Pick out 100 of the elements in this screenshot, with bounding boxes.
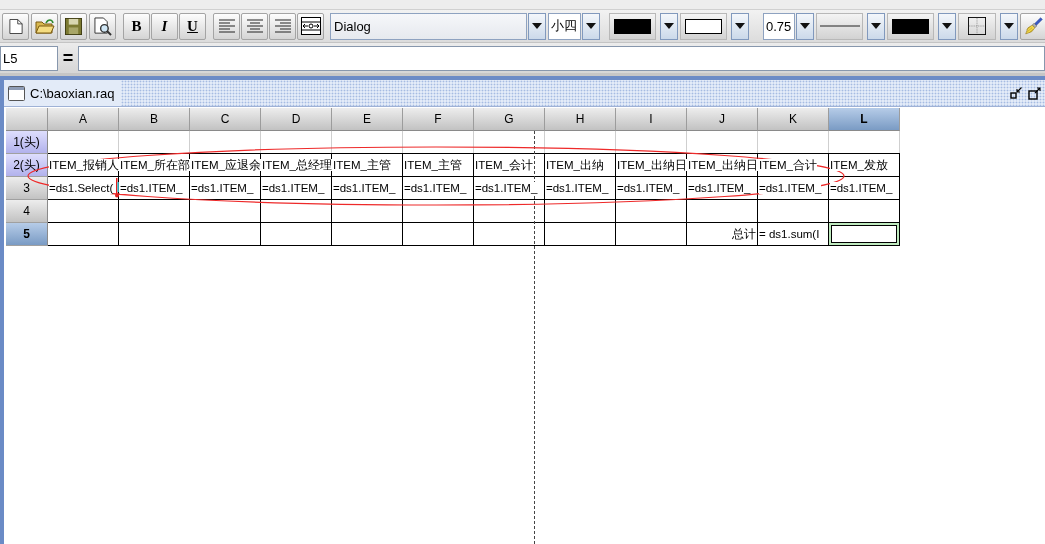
table-cell[interactable]: ITEM_发放	[829, 154, 900, 177]
table-cell[interactable]: =ds1.ITEM_	[758, 177, 829, 200]
align-center-icon	[246, 19, 263, 33]
table-cell[interactable]: =ds1.ITEM_	[545, 177, 616, 200]
column-header[interactable]: H	[545, 108, 616, 131]
align-center-button[interactable]	[241, 12, 268, 40]
border-color-button[interactable]	[887, 12, 934, 40]
line-width-field[interactable]: 0.75	[763, 12, 795, 40]
size-dropdown-button[interactable]	[582, 12, 600, 40]
table-cell[interactable]	[190, 223, 261, 246]
line-width-dropdown-button[interactable]	[796, 12, 814, 40]
table-cell[interactable]: ITEM_主管	[403, 154, 474, 177]
table-cell[interactable]: =ds1.ITEM_	[332, 177, 403, 200]
paintbrush-icon	[1024, 16, 1043, 36]
bold-button[interactable]: B	[123, 12, 150, 40]
underline-button[interactable]: U	[179, 12, 206, 40]
column-header[interactable]: C	[190, 108, 261, 131]
format-painter-button[interactable]	[1020, 12, 1045, 40]
table-cell[interactable]: =ds1.ITEM_	[190, 177, 261, 200]
caret-icon	[735, 23, 745, 29]
table-cell[interactable]	[545, 223, 616, 246]
table-cell[interactable]: =ds1.ITEM_	[829, 177, 900, 200]
color-swatch-icon	[892, 18, 929, 34]
column-header[interactable]: F	[403, 108, 474, 131]
cell-reference-field[interactable]: L5	[0, 45, 58, 71]
caret-icon	[664, 23, 674, 29]
column-header[interactable]: L	[829, 108, 900, 131]
font-color-dropdown-button[interactable]	[660, 12, 678, 40]
italic-button[interactable]: I	[151, 12, 178, 40]
table-cell[interactable]: 总计	[687, 223, 758, 246]
maximize-icon[interactable]	[1028, 86, 1041, 100]
column-header[interactable]: I	[616, 108, 687, 131]
size-field[interactable]: 小四	[548, 12, 581, 40]
open-button[interactable]	[31, 12, 58, 40]
table-cell[interactable]: =ds1.ITEM_	[119, 177, 190, 200]
border-color-dropdown-button[interactable]	[938, 12, 956, 40]
row-header[interactable]: 2(头)	[6, 154, 48, 177]
font-field[interactable]: Dialog	[330, 12, 527, 40]
selected-cell[interactable]	[829, 223, 900, 246]
table-cell[interactable]: =ds1.Select(	[48, 177, 119, 200]
table-cell[interactable]: ITEM_出纳	[545, 154, 616, 177]
document-title: C:\baoxian.raq	[30, 85, 115, 101]
color-swatch-icon	[685, 18, 722, 34]
column-header[interactable]: B	[119, 108, 190, 131]
caret-icon	[532, 23, 542, 29]
equals-sign: =	[61, 48, 75, 68]
line-style-dropdown-button[interactable]	[867, 12, 885, 40]
column-header[interactable]: G	[474, 108, 545, 131]
font-color-button[interactable]	[609, 12, 656, 40]
align-right-button[interactable]	[269, 12, 296, 40]
table-cell[interactable]	[332, 223, 403, 246]
align-left-icon	[218, 19, 235, 33]
border-icon	[968, 17, 986, 35]
window-icon	[8, 85, 25, 101]
align-right-icon	[274, 19, 291, 33]
row-header[interactable]: 1(头)	[6, 131, 48, 154]
caret-icon	[800, 23, 810, 29]
column-header[interactable]: K	[758, 108, 829, 131]
row-header[interactable]: 4	[6, 200, 48, 223]
table-cell[interactable]: ITEM_主管	[332, 154, 403, 177]
row-header[interactable]: 3	[6, 177, 48, 200]
document-icon	[8, 17, 23, 35]
caret-icon	[1004, 23, 1014, 29]
page-magnifier-icon	[93, 16, 112, 36]
merge-cells-button[interactable]	[297, 12, 324, 40]
table-cell[interactable]: ITEM_合计	[758, 154, 829, 177]
formula-field[interactable]	[78, 45, 1045, 71]
table-cell[interactable]: =ds1.ITEM_	[474, 177, 545, 200]
font-dropdown-button[interactable]	[528, 12, 546, 40]
border-button[interactable]	[958, 12, 996, 40]
color-swatch-icon	[614, 18, 651, 34]
table-cell[interactable]	[48, 223, 119, 246]
border-dropdown-button[interactable]	[1000, 12, 1018, 40]
table-cell[interactable]	[261, 223, 332, 246]
row-header[interactable]: 5	[6, 223, 48, 246]
sheet-corner[interactable]	[6, 108, 48, 131]
table-cell[interactable]: =ds1.ITEM_	[687, 177, 758, 200]
column-header[interactable]: A	[48, 108, 119, 131]
print-preview-button[interactable]	[89, 12, 116, 40]
line-icon	[819, 25, 860, 27]
caret-icon	[942, 23, 952, 29]
table-cell[interactable]	[616, 223, 687, 246]
new-file-button[interactable]	[2, 12, 29, 40]
fill-color-dropdown-button[interactable]	[731, 12, 749, 40]
column-header[interactable]: E	[332, 108, 403, 131]
table-cell[interactable]	[403, 223, 474, 246]
fill-color-button[interactable]	[680, 12, 727, 40]
table-cell[interactable]: =ds1.ITEM_	[403, 177, 474, 200]
table-cell[interactable]: =ds1.ITEM_	[261, 177, 332, 200]
column-header[interactable]: J	[687, 108, 758, 131]
text-cursor-icon	[115, 178, 119, 198]
align-left-button[interactable]	[213, 12, 240, 40]
column-header[interactable]: D	[261, 108, 332, 131]
table-cell[interactable]: ITEM_会计	[474, 154, 545, 177]
table-cell[interactable]: = ds1.sum(I	[758, 223, 829, 246]
minimize-icon[interactable]	[1010, 87, 1022, 99]
table-cell[interactable]	[474, 223, 545, 246]
table-cell[interactable]: =ds1.ITEM_	[616, 177, 687, 200]
save-button[interactable]	[60, 12, 87, 40]
table-cell[interactable]	[119, 223, 190, 246]
